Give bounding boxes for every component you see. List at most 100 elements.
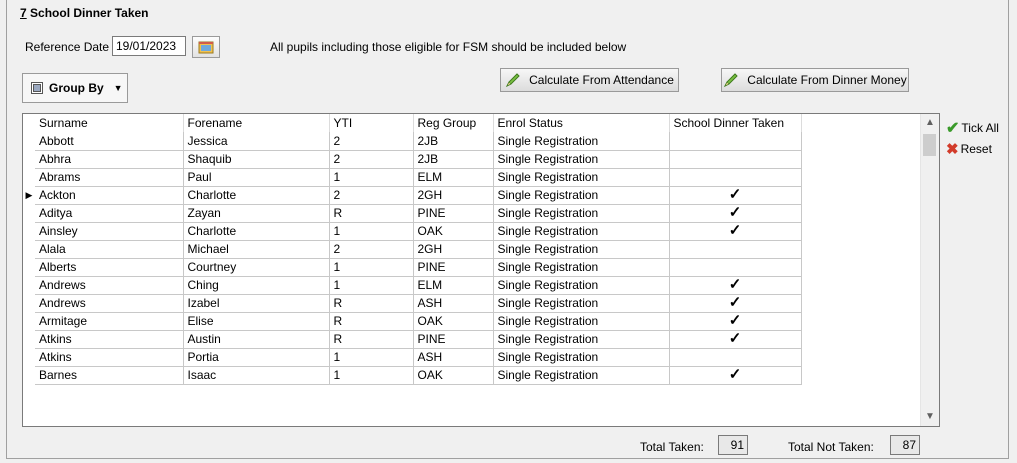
table-row[interactable]: Andrews Izabel R ASH Single Registration ✓ [23,294,802,313]
calendar-icon [198,41,214,54]
cell-forename: Shaquib [183,150,330,169]
column-header[interactable]: School Dinner Taken [669,114,802,132]
cell-surname: Alala [35,240,184,259]
table-row[interactable]: ▶ Ackton Charlotte 2 2GH Single Registration ✓ [23,186,802,205]
cell-forename: Izabel [183,294,330,313]
scroll-down-icon[interactable]: ▼ [925,412,935,422]
cell-yti: 2 [329,132,414,151]
cell-surname: Barnes [35,366,184,385]
column-header[interactable]: Forename [183,114,330,132]
row-selector[interactable] [23,258,35,276]
cell-forename: Jessica [183,132,330,151]
cell-enrol-status: Single Registration [493,168,670,187]
row-selector[interactable] [23,276,35,294]
cell-yti: 1 [329,348,414,367]
scroll-up-icon[interactable]: ▲ [925,118,935,128]
cell-dinner-taken[interactable] [669,258,802,277]
cell-forename: Zayan [183,204,330,223]
cell-reg-group: OAK [413,312,494,331]
table-row[interactable]: Andrews Ching 1 ELM Single Registration ✓ [23,276,802,295]
table-row[interactable]: Alala Michael 2 2GH Single Registration [23,240,802,259]
table-row[interactable]: Abhra Shaquib 2 2JB Single Registration [23,150,802,169]
cell-yti: R [329,330,414,349]
cell-forename: Courtney [183,258,330,277]
column-header[interactable]: Enrol Status [493,114,670,132]
calculate-from-dinner-money-button[interactable]: Calculate From Dinner Money [721,68,909,92]
cell-surname: Abrams [35,168,184,187]
row-selector[interactable] [23,348,35,366]
calculate-from-attendance-button[interactable]: Calculate From Attendance [500,68,679,92]
column-header[interactable]: Surname [35,114,184,132]
total-not-taken-value: 87 [890,435,920,455]
cell-surname: Atkins [35,348,184,367]
table-row[interactable]: Atkins Portia 1 ASH Single Registration [23,348,802,367]
calculate-from-attendance-label: Calculate From Attendance [529,73,674,87]
chevron-down-icon: ▼ [113,83,123,93]
group-by-button[interactable]: Group By ▼ [22,73,128,103]
cell-dinner-taken[interactable]: ✓ [669,186,802,205]
tick-all-button[interactable]: ✔ Tick All [946,118,999,138]
row-selector[interactable] [23,204,35,222]
cell-surname: Armitage [35,312,184,331]
table-row[interactable]: Armitage Elise R OAK Single Registration ✓ [23,312,802,331]
row-selector[interactable] [23,294,35,312]
cell-surname: Andrews [35,276,184,295]
pupil-table: Surname Forename YTI Reg Group Enrol Sta… [23,114,802,385]
vertical-scrollbar[interactable]: ▲ ▼ [920,114,939,426]
group-by-label: Group By [49,81,104,95]
cell-enrol-status: Single Registration [493,330,670,349]
row-selector[interactable] [23,150,35,168]
row-selector[interactable]: ▶ [23,186,35,204]
cell-dinner-taken[interactable] [669,150,802,169]
cell-surname: Andrews [35,294,184,313]
cell-reg-group: PINE [413,330,494,349]
pencil-icon [724,73,739,88]
cell-dinner-taken[interactable]: ✓ [669,222,802,241]
cell-reg-group: OAK [413,366,494,385]
cell-dinner-taken[interactable]: ✓ [669,366,802,385]
table-row[interactable]: Atkins Austin R PINE Single Registration ✓ [23,330,802,349]
table-row[interactable]: Abbott Jessica 2 2JB Single Registration [23,132,802,151]
cell-dinner-taken[interactable]: ✓ [669,312,802,331]
row-selector[interactable] [23,240,35,258]
cell-dinner-taken[interactable]: ✓ [669,204,802,223]
cell-reg-group: PINE [413,258,494,277]
cell-surname: Alberts [35,258,184,277]
table-row[interactable]: Aditya Zayan R PINE Single Registration ✓ [23,204,802,223]
row-selector[interactable] [23,330,35,348]
reference-date-label: Reference Date [25,40,110,54]
reset-button[interactable]: ✖ Reset [946,140,992,158]
table-row[interactable]: Ainsley Charlotte 1 OAK Single Registration ✓ [23,222,802,241]
cell-enrol-status: Single Registration [493,222,670,241]
row-selector[interactable] [23,168,35,186]
table-row[interactable]: Alberts Courtney 1 PINE Single Registration [23,258,802,277]
cell-dinner-taken[interactable]: ✓ [669,294,802,313]
row-selector[interactable] [23,312,35,330]
cell-yti: R [329,294,414,313]
section-title-text: School Dinner Taken [30,6,149,20]
cell-reg-group: 2GH [413,186,494,205]
cell-yti: 2 [329,150,414,169]
table-row[interactable]: Abrams Paul 1 ELM Single Registration [23,168,802,187]
calendar-button[interactable] [192,36,220,58]
cell-enrol-status: Single Registration [493,258,670,277]
cell-dinner-taken[interactable] [669,240,802,259]
cell-dinner-taken[interactable] [669,348,802,367]
column-header[interactable]: YTI [329,114,414,132]
column-header[interactable]: Reg Group [413,114,494,132]
table-row[interactable]: Barnes Isaac 1 OAK Single Registration ✓ [23,366,802,385]
cell-yti: 1 [329,222,414,241]
cell-dinner-taken[interactable] [669,132,802,151]
cell-forename: Michael [183,240,330,259]
scroll-thumb[interactable] [923,134,936,156]
row-selector[interactable] [23,132,35,150]
reference-date-input[interactable] [112,36,186,56]
cell-dinner-taken[interactable]: ✓ [669,276,802,295]
row-selector[interactable] [23,222,35,240]
cell-dinner-taken[interactable]: ✓ [669,330,802,349]
info-note: All pupils including those eligible for … [270,40,627,54]
cell-forename: Ching [183,276,330,295]
cell-enrol-status: Single Registration [493,132,670,151]
cell-dinner-taken[interactable] [669,168,802,187]
row-selector[interactable] [23,366,35,384]
